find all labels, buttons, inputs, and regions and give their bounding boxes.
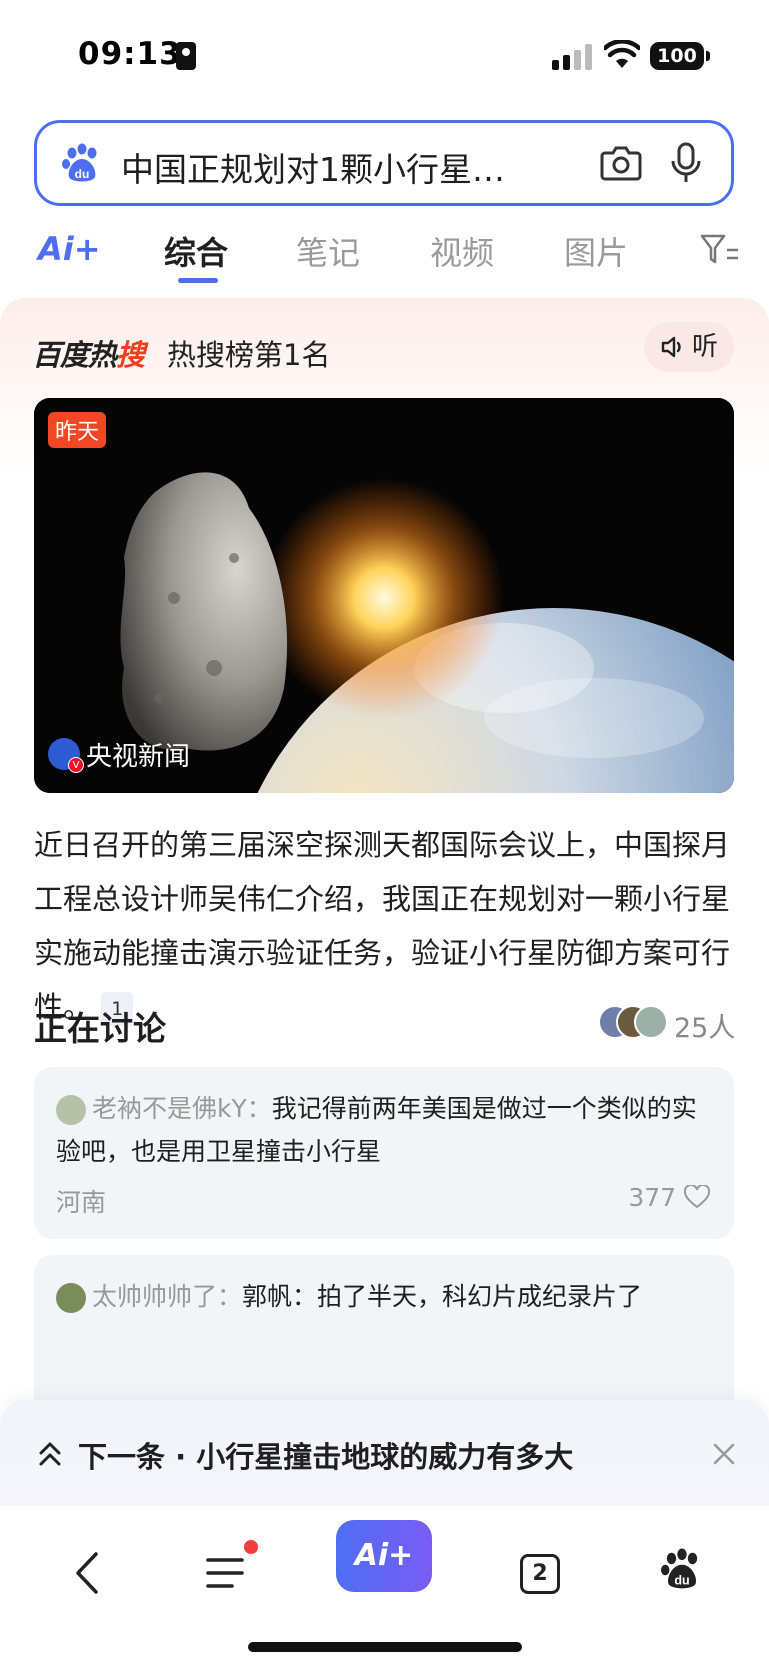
close-icon[interactable] [712, 1442, 736, 1466]
svg-text:du: du [75, 167, 90, 181]
discussion-title: 正在讨论 [34, 1009, 166, 1048]
listen-button[interactable]: 听 [644, 322, 734, 372]
cctv-news-logo-icon: V [48, 738, 84, 773]
comment-likes[interactable]: 377 [628, 1183, 711, 1212]
id-card-icon [176, 42, 196, 70]
svg-text:du: du [674, 1574, 689, 1588]
discussion-count: 25人 [674, 1013, 736, 1044]
back-icon[interactable] [72, 1550, 102, 1596]
notification-dot [244, 1540, 258, 1554]
comment-username: 老衲不是佛kY： [92, 1094, 272, 1123]
like-count: 377 [628, 1183, 677, 1212]
heart-icon [683, 1183, 711, 1209]
news-source[interactable]: V 央视新闻 [48, 734, 190, 774]
participant-avatars [598, 1005, 670, 1039]
bottom-nav: Ai+ 2 du [0, 1506, 769, 1665]
tab-notes[interactable]: 笔记 [296, 228, 360, 274]
double-chevron-up-icon [39, 1442, 61, 1466]
status-bar: 09:13 100 [0, 0, 769, 110]
cellular-signal-icon [552, 44, 594, 70]
avatar [634, 1005, 668, 1039]
hot-rank-label: 热搜榜第1名 [167, 338, 331, 372]
speaker-icon [661, 336, 681, 358]
baidu-home-icon[interactable]: du [660, 1548, 704, 1592]
comment-body: 太帅帅帅了：郭帆：拍了半天，科幻片成纪录片了 [56, 1275, 708, 1318]
search-tabs: Ai+ 综合 笔记 视频 图片 [0, 218, 769, 288]
home-indicator [248, 1642, 522, 1652]
next-item-banner[interactable]: 下一条 · 小行星撞击地球的威力有多大 [0, 1400, 769, 1506]
wifi-icon [604, 40, 640, 68]
ai-assistant-button[interactable]: Ai+ [336, 1520, 432, 1592]
status-time: 09:13 [78, 36, 182, 72]
baidu-hot-logo: 百度热搜 [32, 338, 145, 372]
menu-icon[interactable] [206, 1554, 250, 1592]
summary-text: 近日召开的第三届深空探测天都国际会议上，中国探月工程总设计师吴伟仁介绍，我国正在… [34, 828, 731, 1024]
tab-ai[interactable]: Ai+ [38, 230, 101, 268]
comment-location: 河南 [56, 1188, 107, 1217]
source-name: 央视新闻 [86, 741, 191, 772]
comment-username: 太帅帅帅了： [92, 1282, 243, 1311]
comment-body: 老衲不是佛kY：我记得前两年美国是做过一个类似的实验吧，也是用卫星撞击小行星 [56, 1087, 708, 1173]
date-tag: 昨天 [48, 412, 107, 448]
search-input[interactable]: 中国正规划对1颗小行星… [121, 143, 541, 191]
tabs-count-icon[interactable]: 2 [520, 1554, 560, 1594]
battery-indicator: 100 [650, 42, 710, 70]
baidu-paw-icon: du [62, 143, 97, 182]
active-tab-indicator [178, 278, 218, 283]
news-image[interactable]: 昨天 V 央视新闻 [34, 398, 734, 793]
comment-card[interactable]: 太帅帅帅了：郭帆：拍了半天，科幻片成纪录片了 [34, 1255, 734, 1415]
listen-label: 听 [692, 332, 719, 362]
next-item-label[interactable]: 下一条 · 小行星撞击地球的威力有多大 [78, 1434, 573, 1476]
tab-comprehensive[interactable]: 综合 [164, 228, 228, 274]
tab-images[interactable]: 图片 [564, 228, 628, 274]
filter-icon[interactable] [700, 232, 740, 268]
microphone-icon[interactable] [669, 141, 703, 185]
tab-videos[interactable]: 视频 [430, 228, 494, 274]
search-box[interactable]: du 中国正规划对1颗小行星… [34, 120, 734, 206]
comment-text: 郭帆：拍了半天，科幻片成纪录片了 [242, 1282, 643, 1311]
camera-icon[interactable] [599, 143, 643, 183]
comment-card[interactable]: 老衲不是佛kY：我记得前两年美国是做过一个类似的实验吧，也是用卫星撞击小行星 河… [34, 1067, 734, 1239]
